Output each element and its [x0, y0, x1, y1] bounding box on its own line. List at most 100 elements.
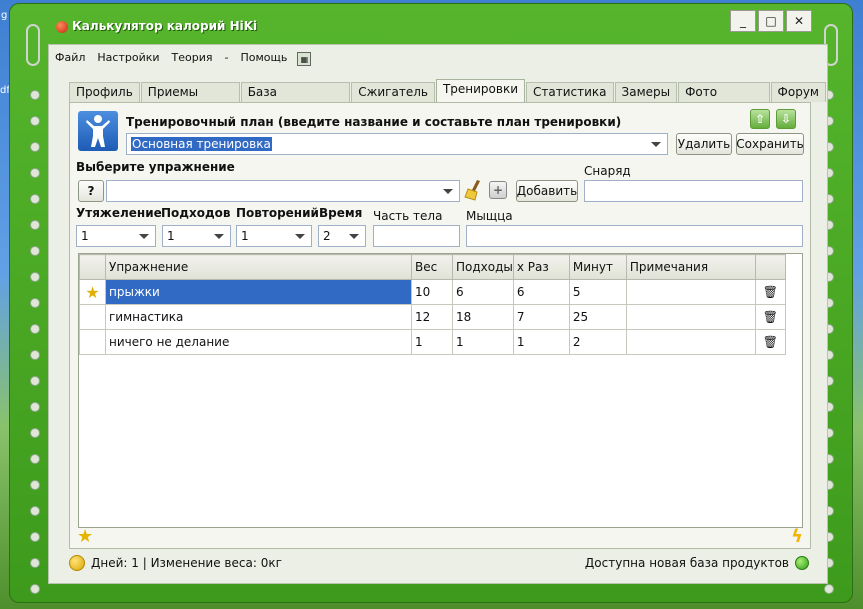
binder-hole-icon — [824, 584, 834, 594]
cell-exercise[interactable]: гимнастика — [105, 304, 412, 330]
time-combo[interactable]: 2 — [318, 225, 366, 247]
binder-hole-icon — [30, 506, 40, 516]
binder-rings-left — [28, 24, 42, 594]
save-plan-button[interactable]: Сохранить — [736, 133, 804, 155]
cell-exercise[interactable]: ничего не делание — [105, 329, 412, 355]
broom-icon[interactable] — [463, 178, 485, 202]
weight-combo[interactable]: 1 — [76, 225, 156, 247]
help-button[interactable]: ? — [78, 180, 104, 202]
binder-hole-icon — [30, 324, 40, 334]
cell-minutes[interactable]: 25 — [568, 304, 627, 330]
menu-file[interactable]: Файл — [49, 51, 91, 69]
menu-theory[interactable]: Теория — [166, 51, 219, 69]
plus-icon[interactable]: + — [489, 181, 507, 199]
minimize-button[interactable]: _ — [730, 10, 756, 32]
move-down-icon[interactable]: ⇩ — [776, 109, 796, 129]
tab-profile[interactable]: Профиль — [69, 82, 140, 102]
cell-sets[interactable]: 1 — [452, 329, 514, 355]
tab-meals[interactable]: Приемы пищи — [140, 82, 240, 118]
binder-hole-icon — [30, 454, 40, 464]
reps-label: Повторений — [236, 206, 319, 220]
cell-weight[interactable]: 12 — [411, 304, 453, 330]
muscle-field[interactable] — [466, 225, 803, 247]
cell-weight[interactable]: 10 — [411, 279, 453, 305]
cell-weight[interactable]: 1 — [411, 329, 453, 355]
exercise-combo[interactable] — [106, 180, 460, 202]
trash-icon[interactable]: 🗑 — [754, 304, 786, 330]
cell-minutes[interactable]: 5 — [568, 279, 627, 305]
col-notes[interactable]: Примечания — [625, 254, 756, 280]
binder-hole-icon — [30, 402, 40, 412]
cell-minutes[interactable]: 2 — [568, 329, 627, 355]
col-weight[interactable]: Вес — [411, 254, 453, 280]
body-part-label: Часть тела — [373, 209, 443, 223]
status-bar: Дней: 1 | Изменение веса: 0кг Доступна н… — [69, 555, 811, 575]
athlete-icon — [78, 111, 118, 151]
tab-burner[interactable]: Сжигатель — [351, 82, 435, 102]
equipment-label: Снаряд — [584, 164, 631, 178]
window-controls: _ □ ✕ — [730, 10, 812, 32]
trash-icon[interactable]: 🗑 — [754, 279, 786, 305]
col-sets[interactable]: Подходы — [452, 254, 514, 280]
col-minutes[interactable]: Минут — [568, 254, 627, 280]
table-header-marker — [79, 254, 106, 280]
close-button[interactable]: ✕ — [786, 10, 812, 32]
binder-hole-icon — [30, 350, 40, 360]
binder-hole-icon — [30, 168, 40, 178]
time-label: Время — [319, 206, 363, 220]
binder-hole-icon — [30, 246, 40, 256]
body-part-field[interactable] — [373, 225, 460, 247]
star-icon[interactable]: ★ — [77, 528, 93, 546]
reps-combo[interactable]: 1 — [236, 225, 312, 247]
binder-hole-icon — [30, 194, 40, 204]
equipment-field[interactable] — [584, 180, 803, 202]
cell-notes[interactable] — [625, 279, 756, 305]
menu-help[interactable]: Помощь — [234, 51, 293, 69]
col-exercise[interactable]: Упражнение — [105, 254, 412, 280]
cell-notes[interactable] — [625, 304, 756, 330]
window-title: Калькулятор калорий HiKi — [72, 19, 258, 33]
plan-label: Тренировочный план (введите название и с… — [126, 115, 622, 129]
move-up-icon[interactable]: ⇧ — [750, 109, 770, 129]
add-exercise-button[interactable]: Добавить — [516, 180, 578, 202]
title-bar[interactable]: Калькулятор калорий HiKi _ □ ✕ — [10, 4, 852, 44]
cell-reps[interactable]: 7 — [512, 304, 570, 330]
exercise-table: Упражнение Вес Подходы x Раз Минут Приме… — [78, 253, 803, 528]
table-row[interactable]: гимнастика 12 18 7 25 🗑 — [79, 304, 786, 330]
tab-measurements[interactable]: Замеры — [614, 82, 678, 102]
menu-settings[interactable]: Настройки — [91, 51, 165, 69]
sets-combo[interactable]: 1 — [162, 225, 231, 247]
binder-hole-icon — [30, 220, 40, 230]
lightning-icon[interactable]: ϟ — [791, 528, 803, 546]
plan-name-field[interactable]: Основная тренировка — [126, 133, 668, 155]
menu-bar: Файл Настройки Теория - Помощь ▦ — [49, 51, 312, 69]
cell-notes[interactable] — [625, 329, 756, 355]
tab-statistics[interactable]: Статистика — [526, 82, 614, 102]
binder-hole-icon — [30, 376, 40, 386]
tab-photo-reports[interactable]: Фото отчеты — [678, 82, 770, 118]
tab-forum[interactable]: Форум — [770, 82, 826, 102]
delete-plan-button[interactable]: Удалить — [676, 133, 732, 155]
cell-exercise[interactable]: прыжки — [105, 279, 412, 305]
maximize-button[interactable]: □ — [758, 10, 784, 32]
cell-sets[interactable]: 6 — [452, 279, 514, 305]
status-days: Дней: 1 | Изменение веса: 0кг — [91, 556, 282, 570]
cell-reps[interactable]: 1 — [512, 329, 570, 355]
col-reps[interactable]: x Раз — [512, 254, 570, 280]
main-area: Файл Настройки Теория - Помощь ▦ Профиль… — [48, 44, 828, 584]
tab-workouts[interactable]: Тренировки — [435, 79, 526, 102]
cell-sets[interactable]: 18 — [452, 304, 514, 330]
exercise-label: Выберите упражнение — [76, 160, 235, 174]
cell-reps[interactable]: 6 — [512, 279, 570, 305]
calculator-icon[interactable]: ▦ — [297, 52, 312, 66]
coin-icon — [69, 555, 85, 571]
status-update-text[interactable]: Доступна новая база продуктов — [585, 556, 789, 570]
table-row[interactable]: ничего не делание 1 1 1 2 🗑 — [79, 329, 786, 355]
binder-hole-icon — [30, 584, 40, 594]
trash-icon[interactable]: 🗑 — [754, 329, 786, 355]
table-row[interactable]: ★ прыжки 10 6 6 5 🗑 — [79, 279, 786, 305]
green-dot-icon[interactable] — [795, 556, 809, 570]
menu-separator: - — [224, 51, 229, 64]
tab-food-base[interactable]: База продуктов — [240, 82, 351, 118]
binder-hole-icon — [30, 428, 40, 438]
